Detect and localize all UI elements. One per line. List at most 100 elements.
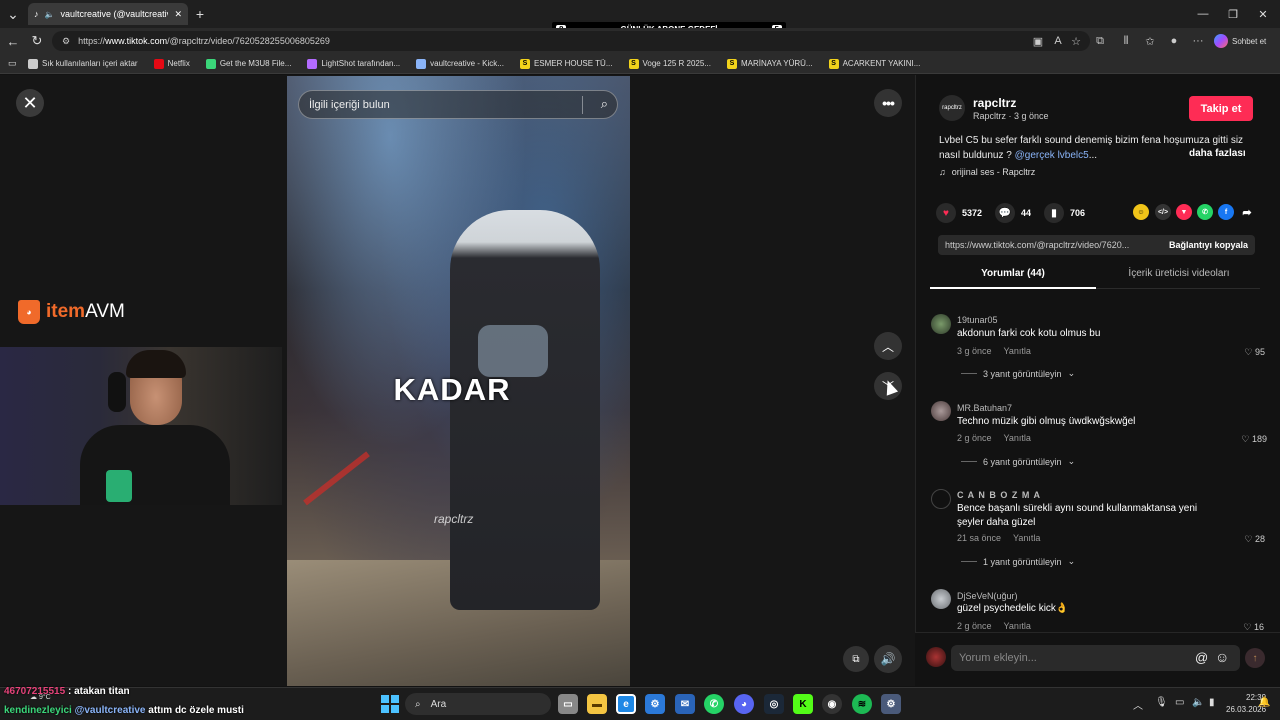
comment-username[interactable]: MR.Batuhan7 bbox=[957, 403, 1012, 413]
import-icon bbox=[28, 58, 38, 69]
minimize-icon[interactable]: — bbox=[1186, 4, 1220, 24]
file-explorer-icon[interactable]: ▬ bbox=[587, 694, 607, 714]
task-view-icon[interactable]: ▭ bbox=[558, 694, 578, 714]
reply-button[interactable]: Yanıtla bbox=[1004, 346, 1031, 356]
emoji-icon[interactable]: ☺ bbox=[1215, 649, 1229, 665]
steam-icon[interactable]: ◎ bbox=[764, 694, 784, 714]
kick-icon[interactable]: K bbox=[793, 694, 813, 714]
comment-username[interactable]: 19tunar05 bbox=[957, 315, 998, 325]
tray-chevron-up-icon[interactable]: ︿ bbox=[1133, 697, 1143, 712]
copy-link-button[interactable]: Bağlantıyı kopyala bbox=[1169, 240, 1248, 250]
extensions-icon[interactable]: ⧉ bbox=[1092, 33, 1108, 49]
mention-at-icon[interactable]: @ bbox=[1195, 650, 1208, 665]
url-field[interactable]: ⚙ https://www.tiktok.com/@rapcltrz/video… bbox=[52, 31, 1090, 51]
close-icon: ✕ bbox=[22, 92, 38, 113]
notification-icon[interactable]: 🔔 bbox=[1258, 697, 1270, 708]
bookmark-item[interactable]: Netflix bbox=[146, 58, 198, 69]
tab-creator-videos[interactable]: İçerik üreticisi videoları bbox=[1096, 268, 1262, 279]
tab-comments[interactable]: Yorumlar (44) bbox=[930, 268, 1096, 279]
whatsapp-taskbar-icon[interactable]: ✆ bbox=[704, 694, 724, 714]
comment-avatar[interactable] bbox=[931, 314, 951, 334]
comment-avatar[interactable] bbox=[931, 401, 951, 421]
embed-code-icon[interactable]: </> bbox=[1155, 204, 1171, 220]
back-icon[interactable]: ← bbox=[4, 32, 22, 50]
send-comment-icon[interactable]: ↑ bbox=[1245, 648, 1265, 668]
bookmark-item[interactable]: S Voge 125 R 2025... bbox=[621, 58, 720, 69]
network-icon[interactable]: ▭ bbox=[1175, 697, 1184, 708]
split-screen-icon[interactable]: ⫴ bbox=[1118, 33, 1134, 49]
mail-icon[interactable]: ✉ bbox=[675, 694, 695, 714]
profile-avatar[interactable]: ● bbox=[1166, 33, 1182, 49]
bookmark-item[interactable]: S ACARKENT YAKINI... bbox=[821, 58, 929, 69]
bookmark-item[interactable]: vaultcreative - Kick... bbox=[408, 58, 512, 69]
reply-button[interactable]: Yanıtla bbox=[1013, 533, 1040, 543]
comment-avatar[interactable] bbox=[931, 589, 951, 609]
search-icon[interactable]: ⌕ bbox=[601, 96, 608, 112]
windows-start-icon[interactable] bbox=[381, 695, 399, 713]
obs-icon[interactable]: ◉ bbox=[822, 694, 842, 714]
app-icon[interactable]: ▣ bbox=[1030, 33, 1046, 49]
settings-icon[interactable]: ⚙ bbox=[645, 694, 665, 714]
tab-list-chevron-icon[interactable]: ⌄ bbox=[4, 5, 22, 23]
microphone-icon[interactable]: 🎙 bbox=[1155, 697, 1168, 708]
facebook-icon[interactable]: f bbox=[1218, 204, 1234, 220]
comment-like[interactable]: ♡ 189 bbox=[1227, 434, 1267, 445]
more-options-button[interactable]: ••• bbox=[874, 89, 902, 117]
bookmark-item[interactable]: LightShot tarafından... bbox=[299, 58, 408, 69]
browser-tab[interactable]: ♪ 🔈 vaultcreative (@vaultcreative) ... ✕ bbox=[28, 3, 188, 25]
creator-username[interactable]: rapcltrz bbox=[973, 96, 1016, 110]
previous-video-button[interactable]: ︿ bbox=[874, 332, 902, 360]
share-friends-icon[interactable]: ☺ bbox=[1133, 204, 1149, 220]
bookmark-item[interactable]: S ESMER HOUSE TÜ... bbox=[512, 58, 621, 69]
view-replies-button[interactable]: 1 yanıt görüntüleyin ⌄ bbox=[961, 556, 1075, 567]
discord-icon[interactable]: ◕ bbox=[734, 694, 754, 714]
reload-icon[interactable]: ↻ bbox=[28, 32, 46, 50]
app-gear-icon[interactable]: ⚙ bbox=[881, 694, 901, 714]
site-info-icon[interactable]: ⚙ bbox=[62, 36, 70, 47]
tab-close-icon[interactable]: ✕ bbox=[174, 9, 182, 20]
taskbar-search[interactable]: ⌕ Ara bbox=[405, 693, 551, 715]
mention-link[interactable]: @gerçek lvbelc5 bbox=[1015, 150, 1089, 161]
creator-avatar[interactable]: rapcltrz bbox=[939, 95, 965, 121]
save-button[interactable]: ▮ 706 bbox=[1044, 203, 1085, 223]
bookmark-item[interactable]: Get the M3U8 File... bbox=[198, 58, 300, 69]
bookmark-item[interactable]: S MARİNAYA YÜRÜ... bbox=[719, 58, 821, 69]
comment-avatar[interactable] bbox=[931, 489, 951, 509]
related-search-input[interactable]: İlgili içeriği bulun ⌕ bbox=[298, 90, 618, 119]
translate-icon[interactable]: A bbox=[1050, 33, 1066, 49]
view-replies-button[interactable]: 3 yanıt görüntüleyin ⌄ bbox=[961, 368, 1075, 379]
comment-button[interactable]: 💬 44 bbox=[995, 203, 1031, 223]
favorite-star-icon[interactable]: ☆ bbox=[1068, 33, 1084, 49]
copilot-chat-button[interactable]: Sohbet et bbox=[1214, 31, 1276, 51]
maximize-icon[interactable]: ❐ bbox=[1216, 4, 1250, 24]
whatsapp-icon[interactable]: ✆ bbox=[1197, 204, 1213, 220]
edge-icon[interactable]: e bbox=[616, 694, 636, 714]
follow-button[interactable]: Takip et bbox=[1189, 96, 1253, 121]
battery-icon[interactable]: ▮ bbox=[1209, 697, 1215, 708]
reading-list-icon[interactable]: ▭ bbox=[8, 58, 17, 69]
favorites-icon[interactable]: ✩ bbox=[1142, 33, 1158, 49]
volume-tray-icon[interactable]: 🔈 bbox=[1192, 697, 1204, 708]
reply-button[interactable]: Yanıtla bbox=[1004, 621, 1031, 631]
comment-username[interactable]: DjSeVeN(uğur) bbox=[957, 591, 1018, 601]
more-menu-icon[interactable]: ··· bbox=[1190, 33, 1206, 49]
comment-like[interactable]: ♡ 95 bbox=[1225, 347, 1265, 358]
share-arrow-icon[interactable]: ➦ bbox=[1239, 204, 1255, 220]
spotify-icon[interactable]: ≋ bbox=[852, 694, 872, 714]
music-info[interactable]: ♫ orijinal ses - Rapcltrz bbox=[939, 167, 1035, 177]
like-button[interactable]: ♥ 5372 bbox=[936, 203, 982, 223]
view-replies-button[interactable]: 6 yanıt görüntüleyin ⌄ bbox=[961, 456, 1075, 467]
more-description-link[interactable]: daha fazlası bbox=[1189, 148, 1246, 159]
send-icon[interactable]: ▼ bbox=[1176, 204, 1192, 220]
reply-button[interactable]: Yanıtla bbox=[1004, 433, 1031, 443]
window-close-icon[interactable]: ✕ bbox=[1246, 4, 1280, 24]
close-video-button[interactable]: ✕ bbox=[16, 89, 44, 117]
comment-username[interactable]: C A N B O Z M A bbox=[957, 490, 1041, 500]
comment-like[interactable]: ♡ 28 bbox=[1225, 534, 1265, 545]
comment-meta: 2 g önce Yanıtla bbox=[957, 433, 1031, 443]
bookmark-item[interactable]: Sık kullanılanları içeri aktar bbox=[22, 58, 146, 69]
speaker-icon[interactable]: 🔈 bbox=[45, 10, 55, 19]
volume-button[interactable]: 🔊 bbox=[874, 645, 902, 673]
new-tab-icon[interactable]: + bbox=[191, 5, 209, 23]
picture-in-picture-button[interactable]: ⧉ bbox=[843, 646, 869, 672]
